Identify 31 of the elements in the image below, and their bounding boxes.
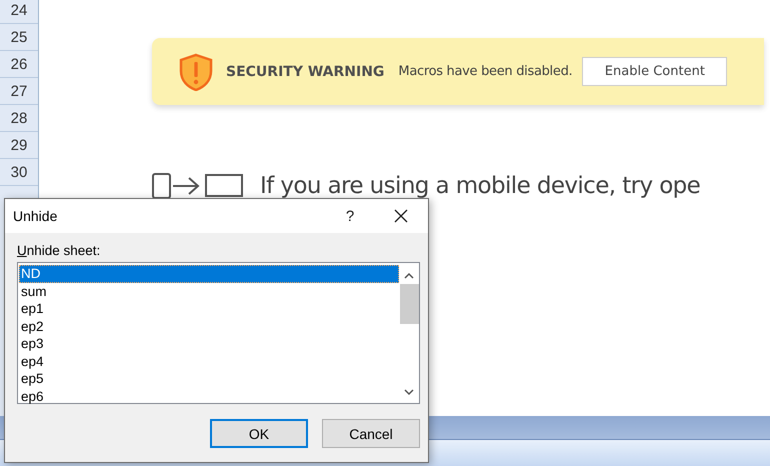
sheet-item[interactable]: ep4 [19,352,399,370]
sheet-item[interactable]: sum [19,282,399,300]
row-header[interactable]: 27 [0,78,38,105]
sheet-item[interactable]: ep6 [19,388,399,405]
ok-button[interactable]: OK [210,419,308,448]
row-header[interactable]: 26 [0,51,38,78]
warning-message: Macros have been disabled. [398,64,572,79]
mobile-hint-text: If you are using a mobile device, try ope [260,173,700,199]
row-header[interactable]: 28 [0,105,38,132]
scroll-up-icon[interactable] [404,272,414,280]
scroll-down-icon[interactable] [404,388,414,396]
sheet-item[interactable]: ep1 [19,300,399,318]
row-header[interactable]: 29 [0,132,38,159]
sheet-item[interactable]: ep5 [19,370,399,388]
close-icon[interactable] [394,209,408,223]
sheet-item[interactable]: ep2 [19,318,399,335]
scrollbar-thumb[interactable] [400,284,418,324]
phone-to-monitor-icon [152,173,244,199]
row-header[interactable]: 25 [0,24,38,51]
row-header[interactable]: 30 [0,159,38,186]
dialog-title: Unhide [13,208,58,224]
warning-title: SECURITY WARNING [226,64,384,80]
cancel-button[interactable]: Cancel [322,419,420,448]
list-label: Unhide sheet: [17,243,102,258]
row-header[interactable]: 24 [0,0,38,24]
sheet-item[interactable]: ND [19,265,399,282]
sheet-list[interactable]: ND sum ep1 ep2 ep3 ep4 ep5 ep6 [17,262,420,404]
help-button[interactable]: ? [340,208,360,224]
shield-warning-icon [178,52,214,90]
enable-content-button[interactable]: Enable Content [582,57,728,86]
sheet-item[interactable]: ep3 [19,335,399,352]
